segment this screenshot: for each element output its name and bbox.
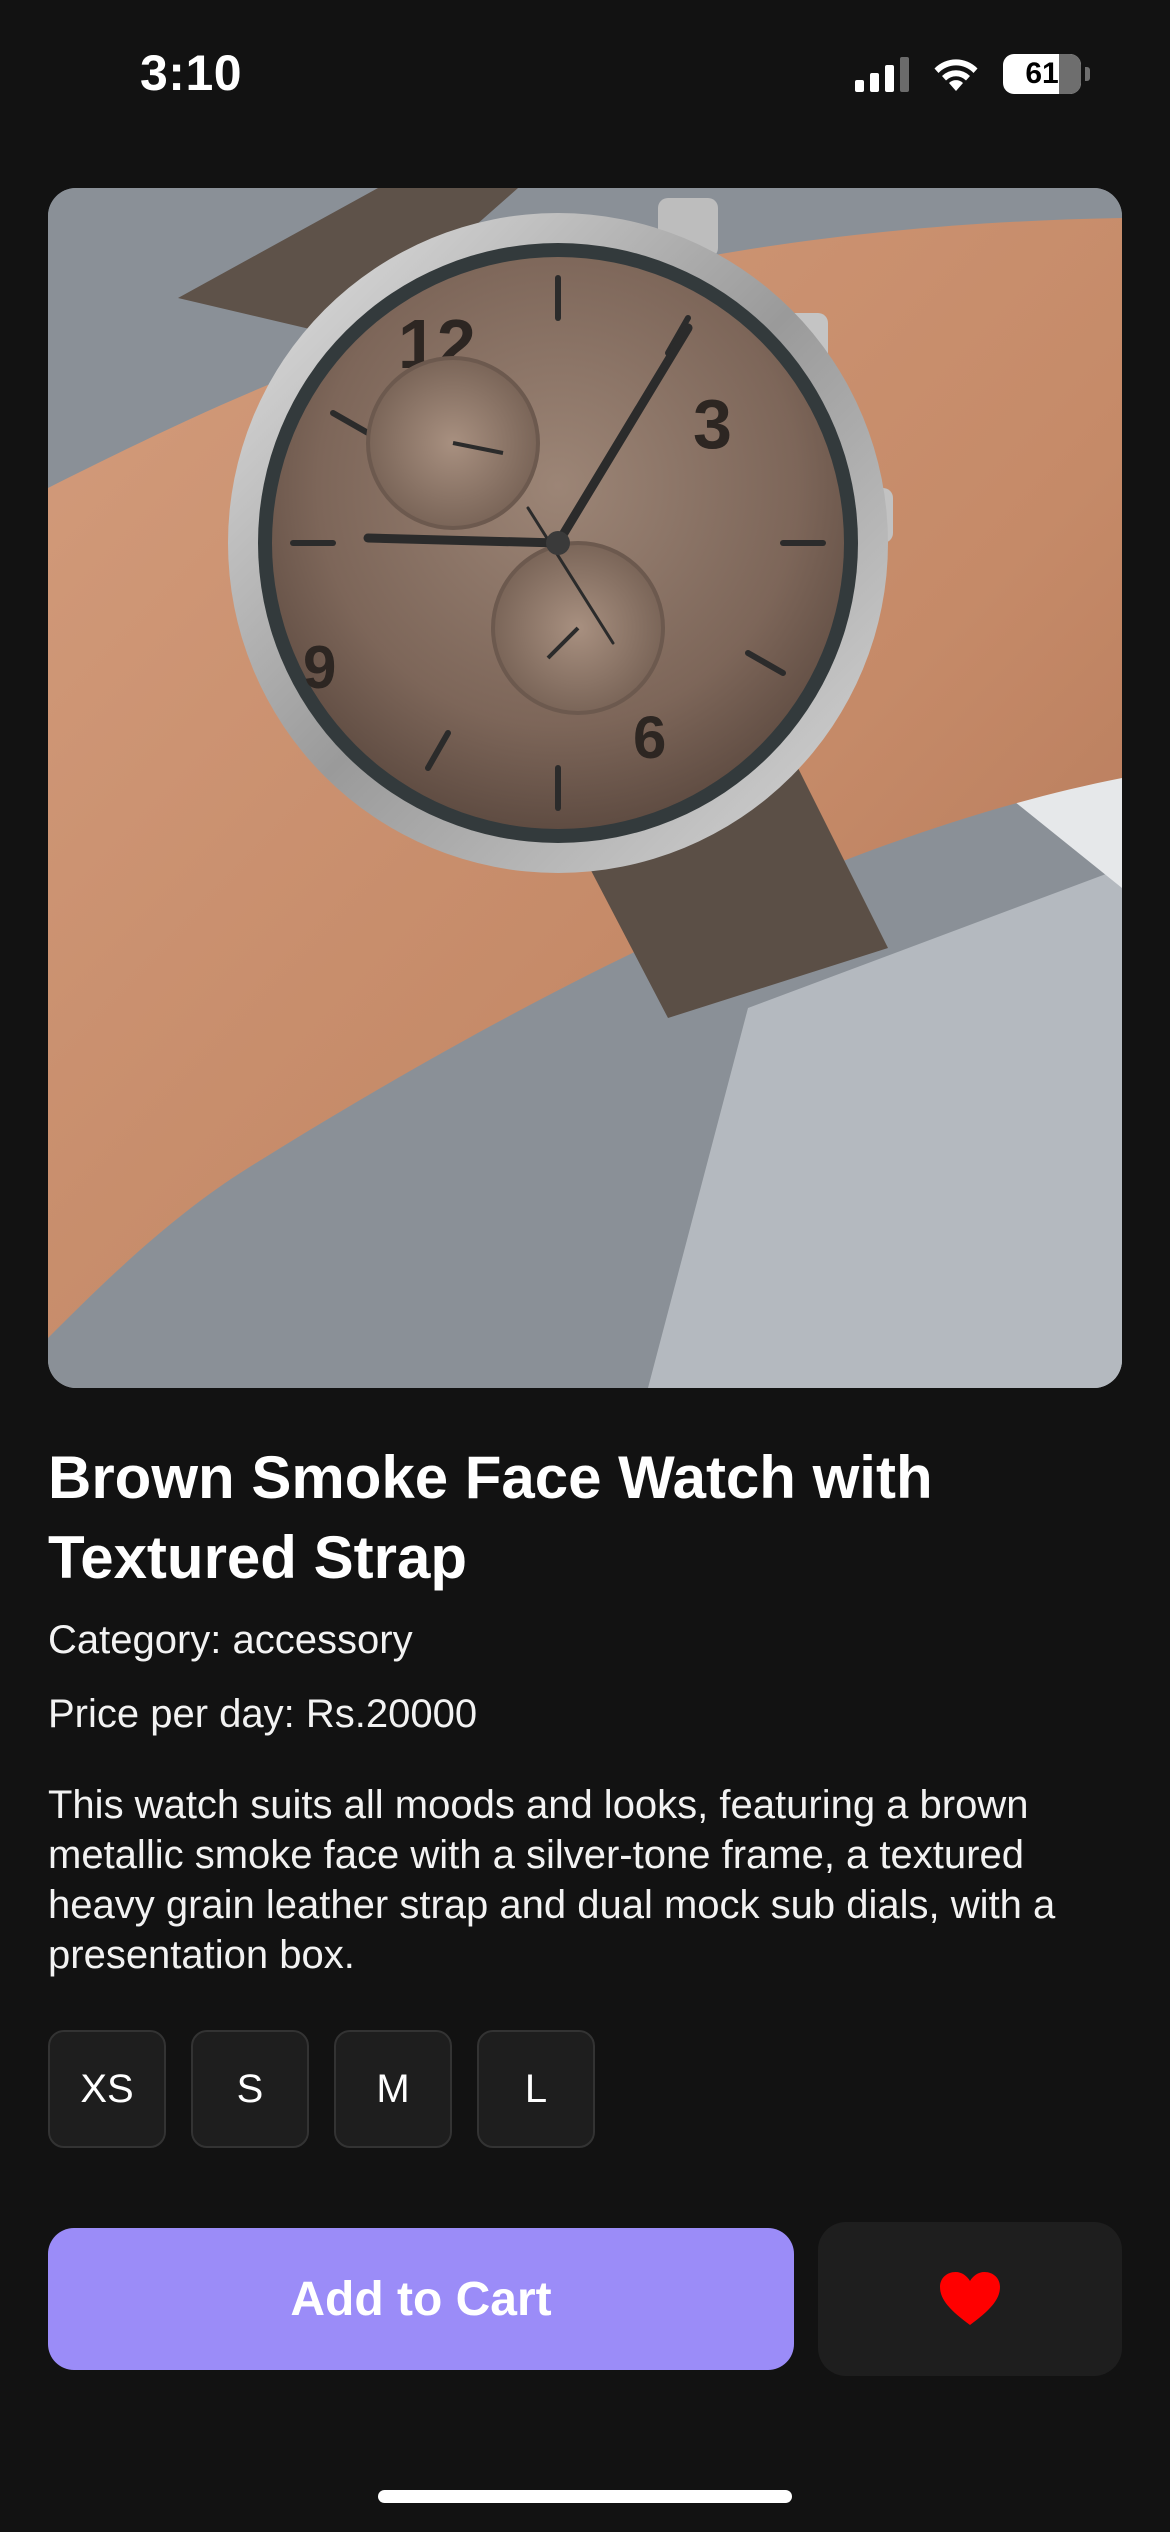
status-bar: 3:10 61 xyxy=(0,0,1170,150)
product-title: Brown Smoke Face Watch with Textured Str… xyxy=(48,1444,933,1591)
product-image: 12 3 6 9 xyxy=(48,188,1122,1388)
svg-text:3: 3 xyxy=(693,385,732,463)
svg-text:6: 6 xyxy=(633,704,666,771)
size-option-xs[interactable]: XS xyxy=(48,2030,166,2148)
size-selector: XS S M L xyxy=(48,2030,595,2148)
size-option-s[interactable]: S xyxy=(191,2030,309,2148)
product-description: This watch suits all moods and looks, fe… xyxy=(48,1783,1056,1977)
heart-icon xyxy=(940,2272,1000,2325)
size-option-m[interactable]: M xyxy=(334,2030,452,2148)
favorite-button[interactable] xyxy=(818,2222,1122,2376)
watch-photo: 12 3 6 9 xyxy=(48,188,1122,1388)
status-time: 3:10 xyxy=(140,45,243,101)
battery-tip xyxy=(1085,67,1090,81)
wifi-icon xyxy=(934,59,978,91)
home-indicator[interactable] xyxy=(378,2490,792,2503)
battery-level: 61 xyxy=(1025,57,1059,90)
svg-text:9: 9 xyxy=(303,634,336,701)
cellular-signal-icon xyxy=(855,56,909,92)
status-icons: 61 xyxy=(855,54,1090,94)
battery-icon: 61 xyxy=(1003,54,1081,94)
size-option-l[interactable]: L xyxy=(477,2030,595,2148)
product-price: Price per day: Rs.20000 xyxy=(48,1692,478,1736)
product-category: Category: accessory xyxy=(48,1618,413,1662)
add-to-cart-button[interactable]: Add to Cart xyxy=(48,2228,794,2370)
